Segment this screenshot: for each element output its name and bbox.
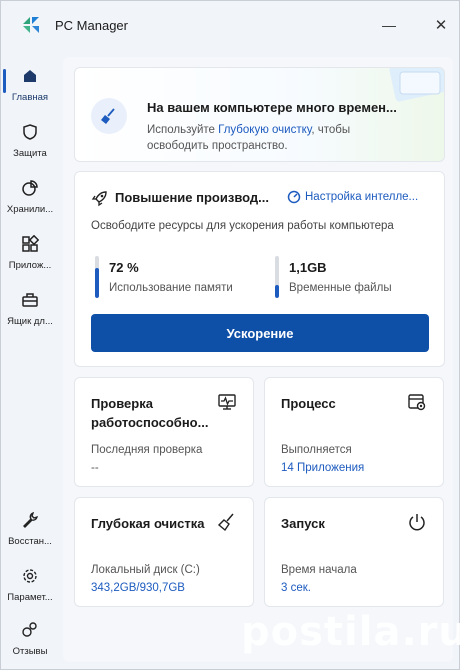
tile-label: Время начала [281,564,357,576]
broom-icon [91,98,127,134]
settings-link-label: Настройка интелле... [305,191,419,203]
memory-value: 72 % [109,260,139,275]
tile-value: 3 сек. [281,582,311,594]
tile-title: Запуск [281,516,325,531]
pc-manager-logo [23,17,39,33]
smart-boost-settings-link[interactable]: Настройка интелле... [287,190,441,204]
tile-value: 14 Приложения [281,462,365,474]
main-content: На вашем компьютере много времен... Испо… [63,57,453,662]
deep-clean-banner[interactable]: На вашем компьютере много времен... Испо… [74,67,445,162]
sidebar-item-storage[interactable]: Хранили... [1,169,59,223]
pc-manager-window: PC Manager — ✕ Главная Защита Хранили... [0,0,460,670]
sidebar-item-label: Парамет... [7,592,53,603]
sidebar-item-feedback[interactable]: Отзывы [1,611,59,665]
tile-title: Процесс [281,396,336,411]
window-gear-icon [408,394,426,411]
deep-clean-link[interactable]: Глубокую очистку [218,124,311,136]
app-title: PC Manager [55,18,128,33]
sidebar-item-label: Ящик дл... [7,316,53,327]
sidebar-item-label: Отзывы [12,646,48,657]
health-check-tile[interactable]: Проверка работоспособно... Последняя про… [74,377,254,487]
power-icon [409,514,425,531]
memory-meter-fill [95,267,99,298]
minimize-button[interactable]: — [375,13,403,37]
temp-files-meter [275,256,279,298]
rocket-icon [91,191,107,207]
sidebar-item-label: Прилож... [8,260,52,271]
tile-label: Выполняется [281,444,352,456]
tile-value: -- [91,462,99,474]
gear-icon [19,565,41,587]
tile-label: Локальный диск (C:) [91,564,200,576]
temp-files-meter-fill [275,285,279,298]
memory-label: Использование памяти [109,282,233,294]
monitor-pulse-icon [218,394,236,410]
sidebar-item-home[interactable]: Главная [1,57,59,111]
toolbox-icon [19,289,41,311]
sidebar: Главная Защита Хранили... Прилож... Ящик… [1,57,59,669]
sidebar-item-protection[interactable]: Защита [1,113,59,167]
tile-label: Последняя проверка [91,444,203,456]
boost-button[interactable]: Ускорение [91,314,429,352]
banner-sub-prefix: Используйте [147,124,219,136]
feedback-icon [19,619,41,641]
title-bar: PC Manager — ✕ [1,1,459,51]
apps-grid-icon [19,233,41,255]
sidebar-item-label: Защита [13,148,47,159]
sidebar-item-label: Хранили... [6,204,54,215]
temp-files-value: 1,1GB [289,260,327,275]
broom-icon [217,513,234,532]
storage-pie-icon [19,177,41,199]
sidebar-item-restore[interactable]: Восстан... [1,501,59,555]
deep-clean-tile[interactable]: Глубокая очистка Локальный диск (C:) 343… [74,497,254,607]
shield-icon [19,121,41,143]
banner-subtitle: Используйте Глубокую очистку, чтобы осво… [147,122,407,154]
sidebar-item-apps[interactable]: Прилож... [1,225,59,279]
active-indicator [3,69,6,93]
performance-subtitle: Освободите ресурсы для ускорения работы … [91,220,394,232]
performance-title: Повышение производ... [115,190,269,205]
sidebar-item-settings[interactable]: Парамет... [1,557,59,611]
sidebar-item-label: Главная [11,92,49,103]
temp-files-label: Временные файлы [289,282,392,294]
performance-card: Повышение производ... Настройка интелле.… [74,171,445,367]
banner-title: На вашем компьютере много времен... [147,100,397,115]
tile-value: 343,2GB/930,7GB [91,582,185,594]
startup-tile[interactable]: Запуск Время начала 3 сек. [264,497,444,607]
process-tile[interactable]: Процесс Выполняется 14 Приложения [264,377,444,487]
memory-meter [95,256,99,298]
close-button[interactable]: ✕ [427,13,455,37]
speedometer-icon [287,190,301,204]
wrench-icon [19,509,41,531]
home-icon [19,65,41,87]
sidebar-item-toolbox[interactable]: Ящик дл... [1,281,59,335]
tile-title: Проверка работоспособно... [91,396,209,430]
sidebar-item-label: Восстан... [8,536,52,547]
watermark-text: postila.ru [241,609,460,655]
